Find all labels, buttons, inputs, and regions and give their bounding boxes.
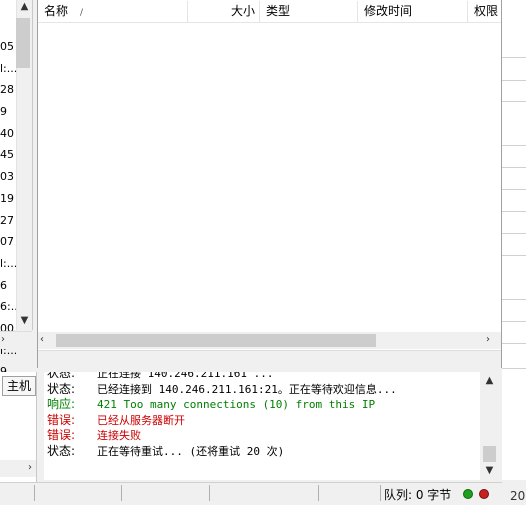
list-item[interactable]: 40 — [0, 123, 16, 145]
list-item[interactable]: 6:... — [0, 296, 16, 318]
corner-text: 20 — [510, 489, 526, 503]
tab-host[interactable]: 主机 — [2, 376, 36, 396]
column-header-type[interactable]: 类型 — [260, 1, 358, 22]
column-header-name[interactable]: 名称 / — [38, 1, 188, 22]
local-file-pane: 05 l:... 28 9 40 45 03 19 27 07 l:... 6 … — [0, 0, 33, 378]
list-item[interactable]: 28 — [0, 79, 16, 101]
list-item[interactable]: 9 — [0, 101, 16, 123]
chevron-left-icon[interactable]: ‹ — [40, 333, 44, 347]
log-line: 错误: 已经从服务器断开 — [47, 412, 185, 427]
file-list-scroll-thumb[interactable] — [56, 334, 376, 347]
chevron-up-icon[interactable]: ▲ — [481, 374, 498, 388]
list-item[interactable]: 05 — [0, 36, 16, 58]
log-line: 响应: 421 Too many connections (10) from th… — [47, 397, 376, 412]
remote-file-list: 名称 / 大小 类型 修改时间 权限 ‹ › — [37, 0, 502, 369]
list-item[interactable]: 03 — [0, 166, 16, 188]
log-scroll-thumb[interactable] — [483, 446, 496, 462]
log-line: 状态: 正在连接 140.246.211.161 ... — [47, 372, 274, 380]
left-scroll-thumb[interactable] — [16, 18, 30, 68]
list-item[interactable]: l:... — [0, 253, 16, 275]
column-header-size[interactable]: 大小 — [188, 1, 260, 22]
chevron-right-icon[interactable]: › — [28, 461, 32, 475]
left-horizontal-scrollbar[interactable]: › — [0, 331, 32, 349]
host-panel: 主机 › — [0, 372, 37, 482]
list-item[interactable]: 19 — [0, 188, 16, 210]
list-item[interactable]: 45 — [0, 144, 16, 166]
file-list-status-strip — [38, 350, 501, 369]
column-header-permissions[interactable]: 权限 — [468, 1, 501, 22]
chevron-up-icon[interactable]: ▲ — [17, 0, 32, 14]
chevron-right-icon[interactable]: › — [486, 333, 490, 347]
list-item[interactable]: 07 — [0, 231, 16, 253]
connection-led-green-icon — [463, 489, 473, 499]
log-vertical-scrollbar[interactable]: ▲ ▼ — [481, 372, 498, 480]
status-bar: 队列: 0 字节 — [0, 482, 502, 505]
list-item[interactable]: l:... — [0, 58, 16, 80]
log-line: 错误: 连接失败 — [47, 428, 141, 443]
host-horizontal-scrollbar[interactable]: › — [0, 460, 36, 477]
chevron-down-icon[interactable]: ▼ — [17, 314, 32, 328]
log-line: 状态: 正在等待重试... (还将重试 20 次) — [47, 443, 285, 458]
activity-led-red-icon — [479, 489, 489, 499]
message-log: 状态: 正在连接 140.246.211.161 ... 状态: 已经连接到 140… — [44, 372, 480, 480]
log-line: 状态: 已经连接到 140.246.211.161:21。正在等待欢迎信息... — [47, 381, 397, 396]
queue-status: 队列: 0 字节 — [384, 488, 452, 502]
list-item[interactable]: 6 — [0, 275, 16, 297]
column-header-modified[interactable]: 修改时间 — [358, 1, 468, 22]
list-item[interactable]: 27 — [0, 210, 16, 232]
chevron-down-icon[interactable]: ▼ — [481, 464, 498, 478]
chevron-right-icon[interactable]: › — [1, 333, 5, 347]
right-edge-panel — [502, 0, 526, 480]
column-header-row: 名称 / 大小 类型 修改时间 权限 — [38, 1, 501, 23]
sort-indicator-icon: / — [80, 8, 84, 18]
